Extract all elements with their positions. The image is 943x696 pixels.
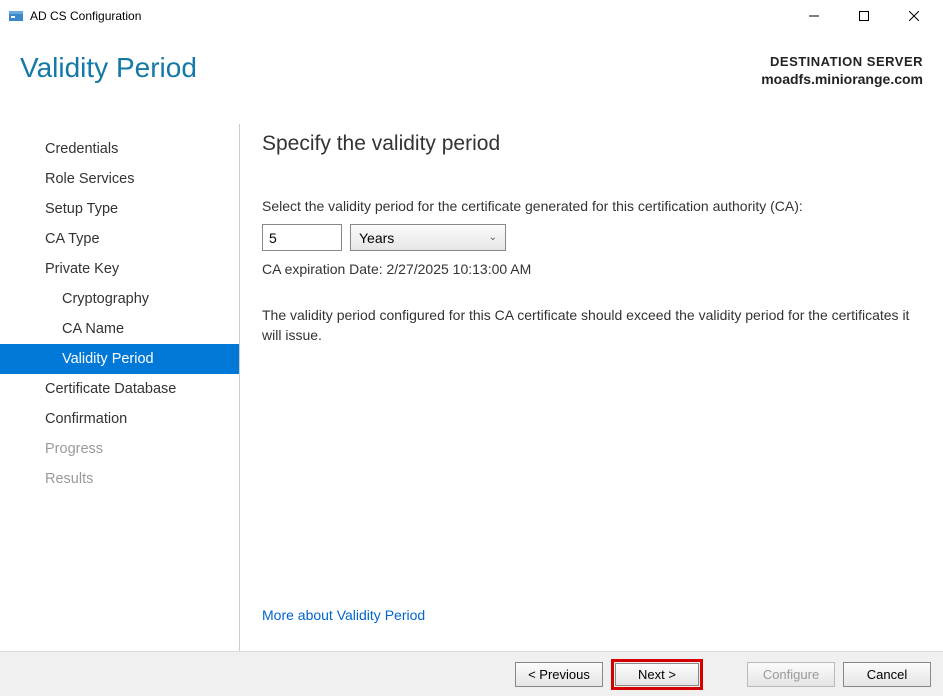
cancel-button[interactable]: Cancel <box>843 662 931 687</box>
body: CredentialsRole ServicesSetup TypeCA Typ… <box>0 124 943 651</box>
sidebar-item-ca-name[interactable]: CA Name <box>0 314 239 344</box>
next-button[interactable]: Next > <box>615 663 699 686</box>
validity-value-input[interactable] <box>262 224 342 251</box>
destination-block: DESTINATION SERVER moadfs.miniorange.com <box>761 54 923 87</box>
title-bar: AD CS Configuration <box>0 0 943 32</box>
instruction-text: Select the validity period for the certi… <box>262 198 923 214</box>
window-controls <box>791 2 937 30</box>
validity-unit-select[interactable]: Years ⌄ <box>350 224 506 251</box>
validity-unit-value: Years <box>359 230 394 246</box>
sidebar-item-credentials[interactable]: Credentials <box>0 134 239 164</box>
close-button[interactable] <box>891 2 937 30</box>
ca-expiration-text: CA expiration Date: 2/27/2025 10:13:00 A… <box>262 261 923 277</box>
next-button-highlight: Next > <box>611 659 703 690</box>
sidebar: CredentialsRole ServicesSetup TypeCA Typ… <box>0 124 240 651</box>
more-about-link[interactable]: More about Validity Period <box>262 607 923 623</box>
sidebar-item-progress: Progress <box>0 434 239 464</box>
footer: < Previous Next > Configure Cancel <box>0 651 943 696</box>
sidebar-item-private-key[interactable]: Private Key <box>0 254 239 284</box>
sidebar-item-certificate-database[interactable]: Certificate Database <box>0 374 239 404</box>
destination-server: moadfs.miniorange.com <box>761 71 923 87</box>
app-icon <box>8 8 24 24</box>
validity-period-row: Years ⌄ <box>262 224 923 251</box>
content-heading: Specify the validity period <box>262 132 923 156</box>
content-pane: Specify the validity period Select the v… <box>240 124 943 651</box>
previous-button[interactable]: < Previous <box>515 662 603 687</box>
sidebar-item-ca-type[interactable]: CA Type <box>0 224 239 254</box>
sidebar-item-role-services[interactable]: Role Services <box>0 164 239 194</box>
header: Validity Period DESTINATION SERVER moadf… <box>0 32 943 124</box>
sidebar-item-results: Results <box>0 464 239 494</box>
sidebar-item-cryptography[interactable]: Cryptography <box>0 284 239 314</box>
sidebar-item-setup-type[interactable]: Setup Type <box>0 194 239 224</box>
configure-button[interactable]: Configure <box>747 662 835 687</box>
destination-label: DESTINATION SERVER <box>761 54 923 69</box>
sidebar-item-confirmation[interactable]: Confirmation <box>0 404 239 434</box>
window-title: AD CS Configuration <box>30 9 141 23</box>
chevron-down-icon: ⌄ <box>489 232 497 243</box>
explanation-text: The validity period configured for this … <box>262 305 923 346</box>
maximize-button[interactable] <box>841 2 887 30</box>
sidebar-item-validity-period[interactable]: Validity Period <box>0 344 239 374</box>
minimize-button[interactable] <box>791 2 837 30</box>
